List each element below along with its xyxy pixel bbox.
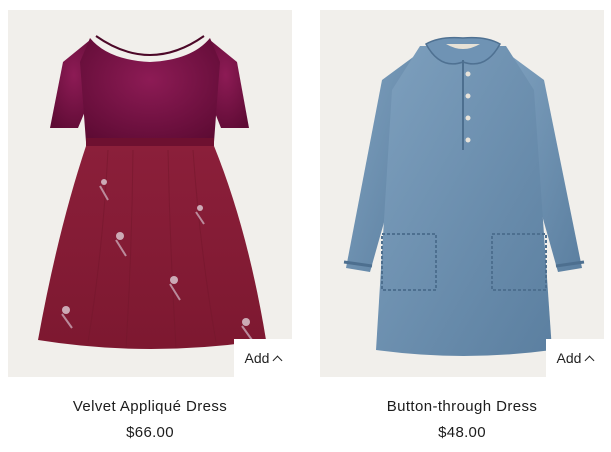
denim-dress-illustration xyxy=(343,36,585,356)
product-image-velvet-dress[interactable]: Add xyxy=(8,10,292,377)
chevron-up-icon xyxy=(585,355,595,365)
velvet-dress-illustration xyxy=(38,35,266,349)
product-card-velvet-applique-dress[interactable]: Add Velvet Appliqué Dress $66.00 xyxy=(8,10,292,441)
add-to-bag-button[interactable]: Add xyxy=(234,339,292,377)
product-name[interactable]: Button-through Dress xyxy=(320,398,604,415)
product-image-denim-dress[interactable]: Add xyxy=(320,10,604,377)
product-price: $66.00 xyxy=(126,424,174,441)
add-label: Add xyxy=(556,350,582,366)
chevron-up-icon xyxy=(273,355,283,365)
product-card-button-through-dress[interactable]: Add Button-through Dress $48.00 xyxy=(320,10,604,441)
add-label: Add xyxy=(244,350,270,366)
product-price: $48.00 xyxy=(438,424,486,441)
product-name[interactable]: Velvet Appliqué Dress xyxy=(8,398,292,415)
add-to-bag-button[interactable]: Add xyxy=(546,339,604,377)
